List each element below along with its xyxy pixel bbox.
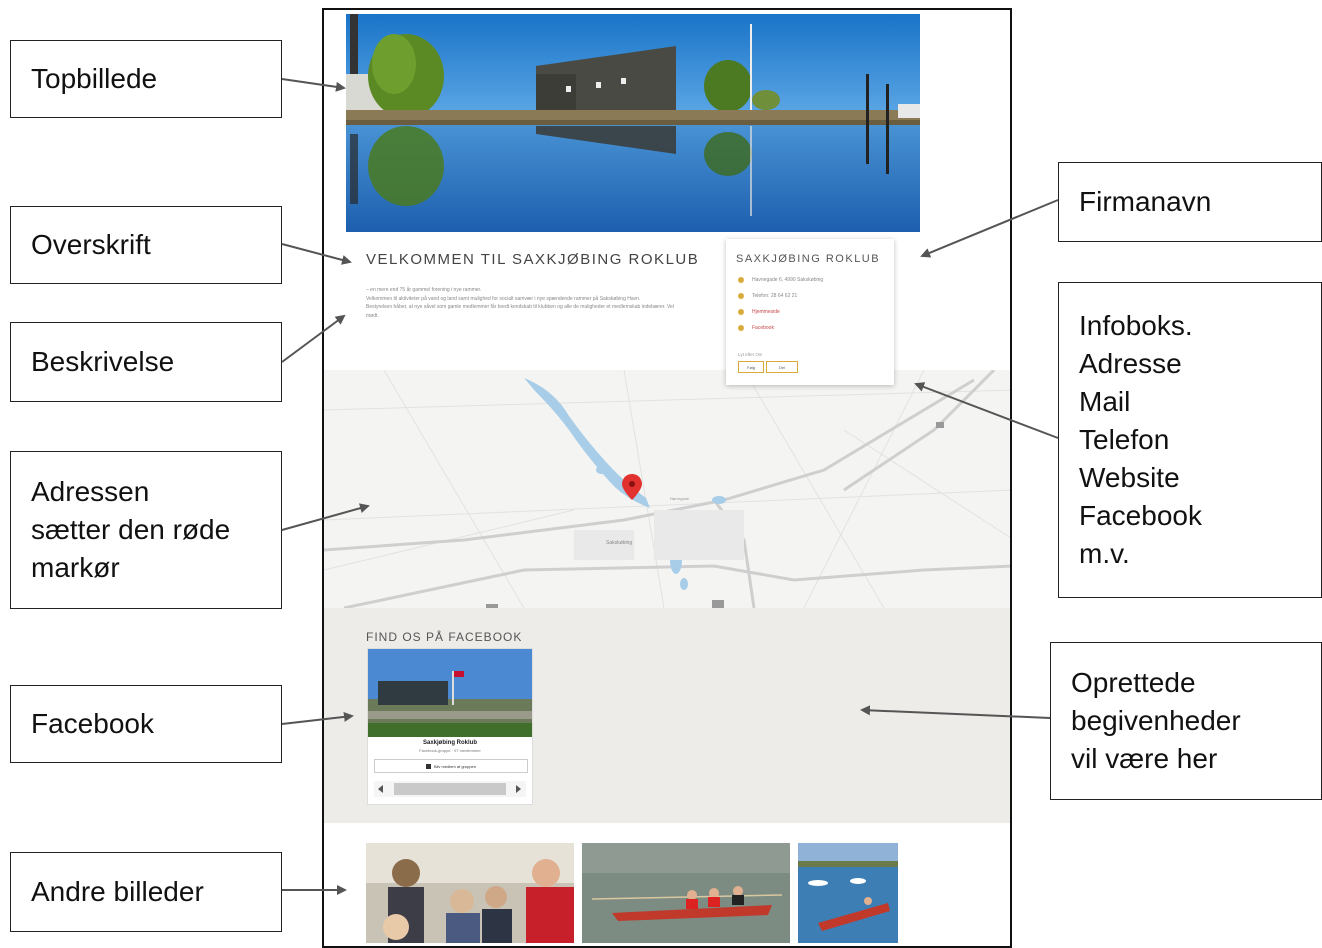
address-row: Havnegade 6, 4990 Sakskøbing	[738, 277, 823, 283]
map-town-label: Sakskøbing	[606, 540, 633, 546]
scroll-right-icon[interactable]	[516, 785, 521, 793]
scrollbar-thumb[interactable]	[394, 783, 506, 795]
address-text: Havnegade 6, 4990 Sakskøbing	[752, 277, 824, 283]
callout-oprettede: Oprettede begivenheder vil være her	[1050, 642, 1322, 800]
follow-label: Lyt efter Os!	[738, 352, 763, 357]
follow-button[interactable]: Følg	[738, 361, 764, 373]
facebook-section-title: FIND OS PÅ FACEBOOK	[366, 630, 523, 644]
facebook-scrollbar[interactable]	[374, 781, 526, 797]
facebook-page-name: Saxkjøbing Roklub	[422, 740, 477, 746]
globe-icon	[738, 309, 744, 315]
phone-icon	[738, 293, 744, 299]
gallery-image[interactable]	[582, 843, 790, 943]
callout-topbillede: Topbillede	[10, 40, 282, 118]
share-button[interactable]: Del	[766, 361, 798, 373]
hero-image	[346, 14, 920, 232]
callout-adressen: Adressen sætter den røde markør	[10, 451, 282, 609]
website-mockup: VELKOMMEN TIL SAXKJØBING ROKLUB – en mer…	[322, 8, 1012, 948]
website-row[interactable]: Hjemmeside	[738, 309, 780, 315]
facebook-cover-image	[368, 649, 532, 737]
facebook-widget[interactable]: Saxkjøbing Roklub Facebook-gruppe · 97 m…	[367, 648, 533, 805]
website-link[interactable]: Hjemmeside	[752, 309, 780, 315]
callout-facebook: Facebook	[10, 685, 282, 763]
location-icon	[738, 277, 744, 283]
description-line: – en mere end 75 år gammel forening i ny…	[366, 287, 482, 293]
callout-beskrivelse: Beskrivelse	[10, 322, 282, 402]
facebook-icon	[425, 763, 431, 769]
gallery-image[interactable]	[798, 843, 898, 943]
page-heading: VELKOMMEN TIL SAXKJØBING ROKLUB	[366, 251, 700, 268]
facebook-page-subtitle: Facebook-gruppe · 97 medlemmer	[419, 748, 481, 753]
phone-text: Telefon: 28 64 62 21	[752, 293, 798, 299]
gallery-image[interactable]	[366, 843, 574, 943]
facebook-row[interactable]: Facebook	[738, 325, 774, 331]
map[interactable]: Sakskøbing Nørregade	[324, 370, 1010, 608]
join-group-button[interactable]: Bliv medlem af gruppen	[374, 759, 528, 773]
callout-firmanavn: Firmanavn	[1058, 162, 1322, 242]
company-name: SAXKJØBING ROKLUB	[736, 253, 881, 265]
map-road-label: Nørregade	[670, 496, 690, 501]
facebook-link[interactable]: Facebook	[752, 325, 774, 331]
info-box: SAXKJØBING ROKLUB Havnegade 6, 4990 Saks…	[726, 239, 894, 385]
facebook-section: FIND OS PÅ FACEBOOK Saxkjøbing Roklub Fa…	[324, 608, 1010, 823]
description-line: Bestyrelsen håber, at nye såvel som gaml…	[366, 304, 674, 319]
page-description: – en mere end 75 år gammel forening i ny…	[366, 286, 686, 320]
scroll-left-icon[interactable]	[378, 785, 383, 793]
callout-infoboks: Infoboks. Adresse Mail Telefon Website F…	[1058, 282, 1322, 598]
join-group-label: Bliv medlem af gruppen	[433, 763, 477, 769]
phone-row: Telefon: 28 64 62 21	[738, 293, 797, 299]
description-line: Velkommen til aktiviteter på vand og lan…	[366, 295, 641, 302]
callout-andre-billeder: Andre billeder	[10, 852, 282, 932]
facebook-icon	[738, 325, 744, 331]
callout-overskrift: Overskrift	[10, 206, 282, 284]
